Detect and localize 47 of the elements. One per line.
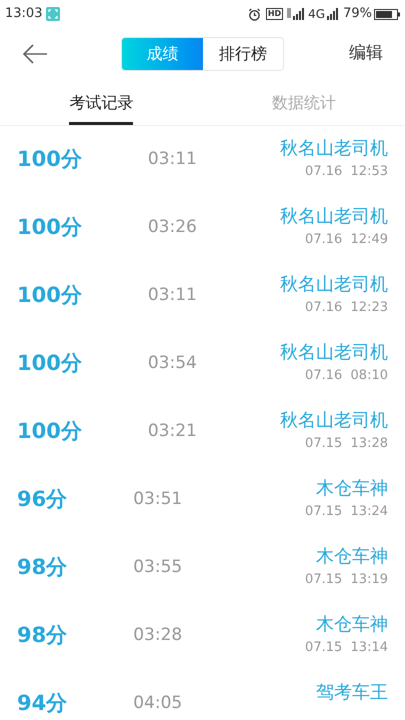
duration: 03:54 <box>148 352 197 376</box>
user-name: 秋名山老司机 <box>280 137 388 161</box>
back-arrow-icon[interactable] <box>22 44 48 64</box>
user-name: 木仓车神 <box>316 545 388 569</box>
record-date: 07.15 13:28 <box>305 435 388 453</box>
user-name: 木仓车神 <box>316 613 388 637</box>
edit-button[interactable]: 编辑 <box>349 41 383 67</box>
user-name: 秋名山老司机 <box>280 409 388 433</box>
duration: 03:28 <box>133 624 182 648</box>
score: 94分 <box>17 690 68 718</box>
score: 100分 <box>17 214 82 242</box>
record-date: 07.16 08:10 <box>305 367 388 385</box>
battery-icon <box>374 8 400 20</box>
user-name: 秋名山老司机 <box>280 341 388 365</box>
duration: 03:11 <box>148 284 197 308</box>
alarm-icon <box>248 8 261 20</box>
score: 98分 <box>17 554 68 582</box>
duration: 03:51 <box>133 488 182 512</box>
user-name: 秋名山老司机 <box>280 205 388 229</box>
score: 100分 <box>17 282 82 310</box>
record-date: 07.15 13:24 <box>305 503 388 521</box>
score: 98分 <box>17 622 68 650</box>
duration: 03:26 <box>148 216 197 240</box>
record-date: 07.15 13:19 <box>305 571 388 589</box>
duration: 03:21 <box>148 420 197 444</box>
score: 100分 <box>17 418 82 446</box>
record-date: 07.16 12:53 <box>305 163 388 181</box>
hd-label: HD <box>266 8 284 20</box>
duration: 03:55 <box>133 556 182 580</box>
user-name: 驾考车王 <box>316 681 388 705</box>
scan-icon <box>46 7 60 21</box>
score: 96分 <box>17 486 68 514</box>
duration: 04:05 <box>133 692 182 716</box>
record-date: 07.15 13:14 <box>305 639 388 657</box>
user-name: 木仓车神 <box>316 477 388 501</box>
score: 100分 <box>17 350 82 378</box>
tab[interactable]: 考试记录 <box>69 80 134 125</box>
duration: 03:11 <box>148 148 197 172</box>
score: 100分 <box>17 146 82 174</box>
signal-icon <box>287 8 306 20</box>
battery-percent: 79% <box>343 5 372 24</box>
record-date: 07.16 12:49 <box>305 231 388 249</box>
status-time: 13:03 <box>5 5 42 24</box>
network-label: 4G <box>308 6 326 23</box>
signal-icon <box>327 8 340 20</box>
user-name: 秋名山老司机 <box>280 273 388 297</box>
record-date: 07.16 12:23 <box>305 299 388 317</box>
